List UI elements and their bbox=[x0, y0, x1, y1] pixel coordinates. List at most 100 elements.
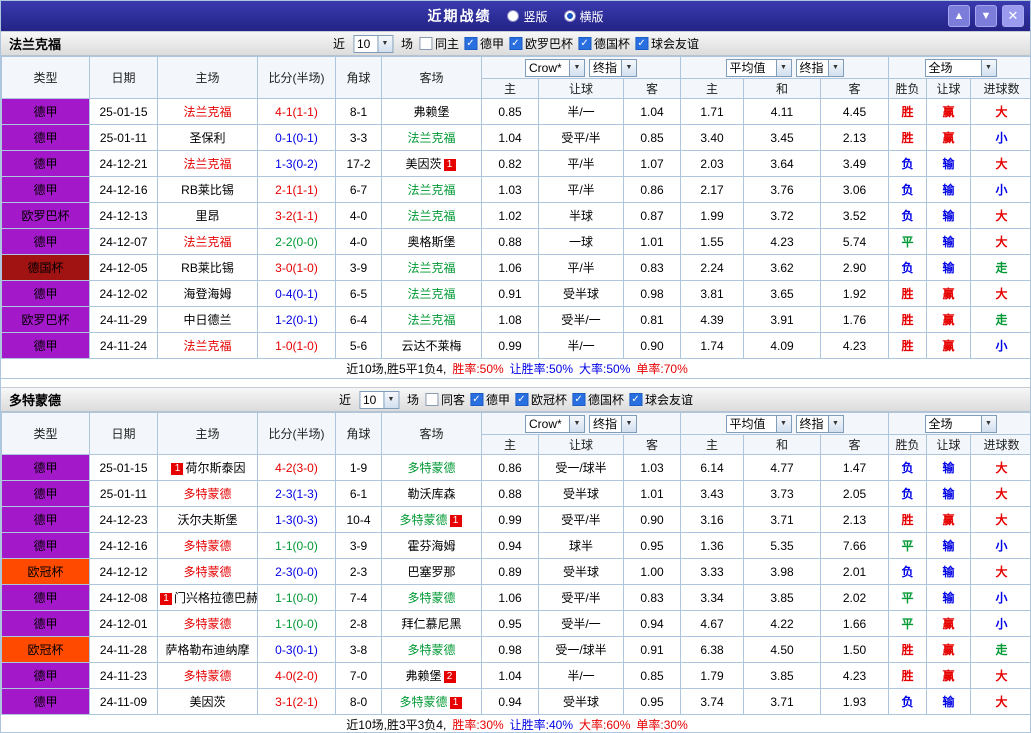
league-filter-checkbox-1[interactable]: ✓ 欧冠杯 bbox=[515, 391, 567, 408]
results-body: 德甲 25-01-15 1 荷尔斯泰因 4-2(3-0) 1-9 多特蒙德 0.86 受一/球半… bbox=[1, 454, 1030, 732]
away-team-cell: 法兰克福 bbox=[381, 306, 482, 333]
league-filter-checkbox-0-label: 德甲 bbox=[479, 37, 505, 51]
odds-time-select-2[interactable]: 终指 ▼ bbox=[795, 58, 844, 77]
header-subcol: 让球 bbox=[538, 78, 624, 99]
odds-time-select-1-value: 终指 bbox=[593, 61, 618, 75]
scope-select[interactable]: 全场 ▼ bbox=[924, 414, 997, 433]
move-up-button[interactable]: ▲ bbox=[948, 5, 970, 27]
league-filter-checkbox-3[interactable]: ✓ 球会友谊 bbox=[635, 35, 699, 52]
same-venue-checkbox[interactable]: 同客 bbox=[424, 391, 465, 408]
league-filter-checkbox-3[interactable]: ✓ 球会友谊 bbox=[629, 391, 693, 408]
corners-cell: 5-6 bbox=[335, 332, 382, 359]
match-date: 24-12-01 bbox=[89, 610, 158, 637]
home-odds: 1.08 bbox=[481, 306, 539, 333]
summary-segment: 近10场,胜5平1负4, bbox=[346, 362, 447, 376]
match-count-select[interactable]: 10 ▼ bbox=[352, 34, 393, 53]
down-arrow-icon: ▼ bbox=[980, 10, 992, 22]
team-name-text: 法兰克福 bbox=[407, 287, 456, 301]
average-select[interactable]: 平均值 ▼ bbox=[725, 58, 792, 77]
league-filter-checkbox-0[interactable]: ✓ 德甲 bbox=[469, 391, 510, 408]
scope-select[interactable]: 全场 ▼ bbox=[924, 58, 997, 77]
away-odds: 1.04 bbox=[623, 98, 681, 125]
same-venue-checkbox[interactable]: 同主 bbox=[418, 35, 459, 52]
home-odds: 1.04 bbox=[481, 662, 539, 689]
header-subcol: 主 bbox=[680, 434, 744, 455]
checkbox-checked-icon: ✓ bbox=[463, 37, 477, 50]
home-odds: 0.99 bbox=[481, 332, 539, 359]
avg-draw-odds: 3.45 bbox=[743, 124, 821, 151]
match-date: 24-12-12 bbox=[89, 558, 158, 585]
league-badge: 德甲 bbox=[1, 280, 90, 307]
team-name-text: 多特蒙德 bbox=[407, 643, 456, 657]
odds-time-select-2[interactable]: 终指 ▼ bbox=[795, 414, 844, 433]
league-filter-checkbox-2[interactable]: ✓ 德国杯 bbox=[578, 35, 630, 52]
result-outcome: 负 bbox=[888, 176, 927, 203]
team-name-text: 多特蒙德 bbox=[183, 539, 232, 553]
view-option-horizontal[interactable]: 横版 bbox=[563, 8, 604, 25]
bookmaker-select[interactable]: Crow* ▼ bbox=[525, 414, 585, 433]
bookmaker-select[interactable]: Crow* ▼ bbox=[525, 58, 585, 77]
filter-near-label: 近 bbox=[338, 393, 351, 407]
avg-home-odds: 2.17 bbox=[680, 176, 744, 203]
league-filter-checkbox-0[interactable]: ✓ 德甲 bbox=[463, 35, 505, 52]
team-name-text: 多特蒙德 bbox=[183, 487, 232, 501]
away-team-cell: 法兰克福 bbox=[381, 124, 482, 151]
away-odds: 0.83 bbox=[623, 254, 681, 281]
handicap-line: 受半球 bbox=[538, 280, 624, 307]
odds-time-select-1[interactable]: 终指 ▼ bbox=[589, 414, 637, 433]
header-subcol: 让球 bbox=[926, 434, 971, 455]
avg-draw-odds: 3.64 bbox=[743, 150, 821, 177]
avg-home-odds: 4.39 bbox=[680, 306, 744, 333]
view-vertical-label: 竖版 bbox=[523, 9, 548, 24]
match-row: 德甲 24-11-09 美因茨 3-1(2-1) 8-0 多特蒙德 1 0.94 受半球 0.95… bbox=[1, 688, 1030, 715]
league-filter-checkbox-1-label: 欧冠杯 bbox=[531, 393, 568, 407]
summary-segment: 大率:60% bbox=[579, 718, 631, 732]
team-name-text: 霍芬海姆 bbox=[407, 539, 456, 553]
close-button[interactable]: ✕ bbox=[1002, 5, 1024, 27]
match-row: 欧冠杯 24-12-12 多特蒙德 2-3(0-0) 2-3 巴塞罗那 0.89 受半球 1.0… bbox=[1, 558, 1030, 585]
score-cell: 1-3(0-3) bbox=[257, 506, 336, 533]
match-date: 24-12-05 bbox=[89, 254, 158, 281]
average-select[interactable]: 平均值 ▼ bbox=[725, 414, 792, 433]
avg-away-odds: 4.23 bbox=[820, 662, 889, 689]
match-date: 25-01-11 bbox=[89, 480, 158, 507]
league-badge: 德甲 bbox=[1, 98, 90, 125]
handicap-line: 受一/球半 bbox=[538, 454, 624, 481]
home-odds: 0.86 bbox=[481, 454, 539, 481]
away-odds: 1.03 bbox=[623, 454, 681, 481]
summary-segment: 让胜率:50% bbox=[509, 362, 574, 376]
bookmaker-select-value: Crow* bbox=[529, 416, 562, 431]
score-cell: 0-3(0-1) bbox=[257, 636, 336, 663]
section-header: 多特蒙德近 10 ▼ 场同客 ✓ 德甲 ✓ 欧冠杯 ✓ 德国杯 ✓ 球会友谊 bbox=[1, 387, 1030, 412]
summary-row: 近10场,胜5平1负4, 胜率:50% 让胜率:50% 大率:50% 单率:70% bbox=[1, 358, 1030, 379]
header-col-corner: 角球 bbox=[335, 56, 382, 99]
avg-away-odds: 4.45 bbox=[820, 98, 889, 125]
odds-time-select-1[interactable]: 终指 ▼ bbox=[589, 58, 637, 77]
match-count-select[interactable]: 10 ▼ bbox=[358, 390, 399, 409]
result-goals: 大 bbox=[969, 202, 1030, 229]
league-filter-checkbox-2[interactable]: ✓ 德国杯 bbox=[572, 391, 624, 408]
corners-cell: 7-0 bbox=[335, 662, 382, 689]
league-filter-checkbox-1[interactable]: ✓ 欧罗巴杯 bbox=[509, 35, 573, 52]
avg-draw-odds: 3.65 bbox=[743, 280, 821, 307]
home-team-cell: 里昂 bbox=[157, 202, 258, 229]
window-title: 近期战绩 bbox=[427, 8, 492, 24]
avg-away-odds: 2.01 bbox=[820, 558, 889, 585]
view-option-vertical[interactable]: 竖版 bbox=[507, 8, 548, 25]
handicap-line: 半/一 bbox=[538, 98, 624, 125]
corners-cell: 4-0 bbox=[335, 228, 382, 255]
team-name-text: 多特蒙德 bbox=[407, 591, 456, 605]
table-header: 类型 日期 主场 比分(半场) 角球 客场 Crow* ▼ 终指 ▼ 平均值 ▼ 终指 ▼ 全场 ▼ 主让球客主… bbox=[1, 56, 1030, 99]
bookmaker-select-value: Crow* bbox=[529, 60, 562, 75]
match-date: 24-12-08 bbox=[89, 584, 158, 611]
corners-cell: 6-5 bbox=[335, 280, 382, 307]
home-odds: 0.88 bbox=[481, 228, 539, 255]
avg-draw-odds: 4.50 bbox=[743, 636, 821, 663]
match-date: 24-11-29 bbox=[89, 306, 158, 333]
team-name-text: 法兰克福 bbox=[183, 339, 232, 353]
corners-cell: 3-9 bbox=[335, 254, 382, 281]
move-down-button[interactable]: ▼ bbox=[975, 5, 997, 27]
result-outcome: 平 bbox=[888, 532, 927, 559]
league-badge: 欧罗巴杯 bbox=[1, 306, 90, 333]
result-goals: 小 bbox=[969, 124, 1030, 151]
